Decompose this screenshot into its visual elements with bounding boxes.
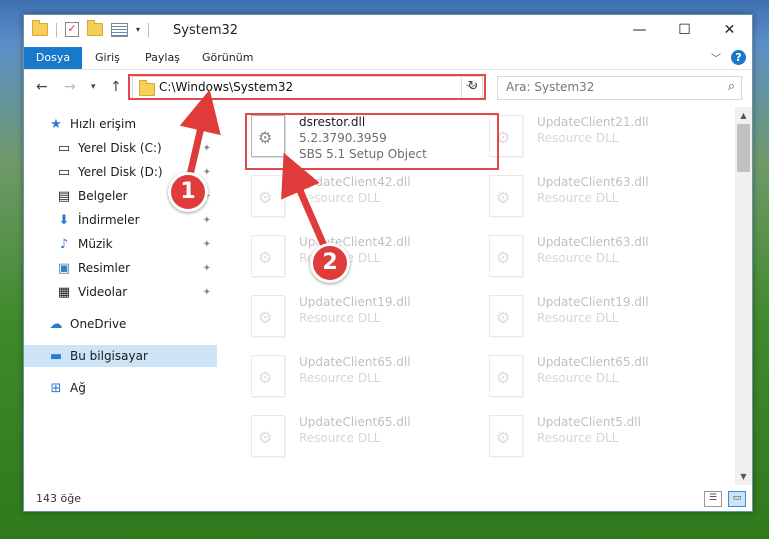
step-badge-1: 1: [168, 172, 208, 212]
annotation-arrows: [179, 89, 331, 251]
step-badge-2: 2: [310, 243, 350, 283]
